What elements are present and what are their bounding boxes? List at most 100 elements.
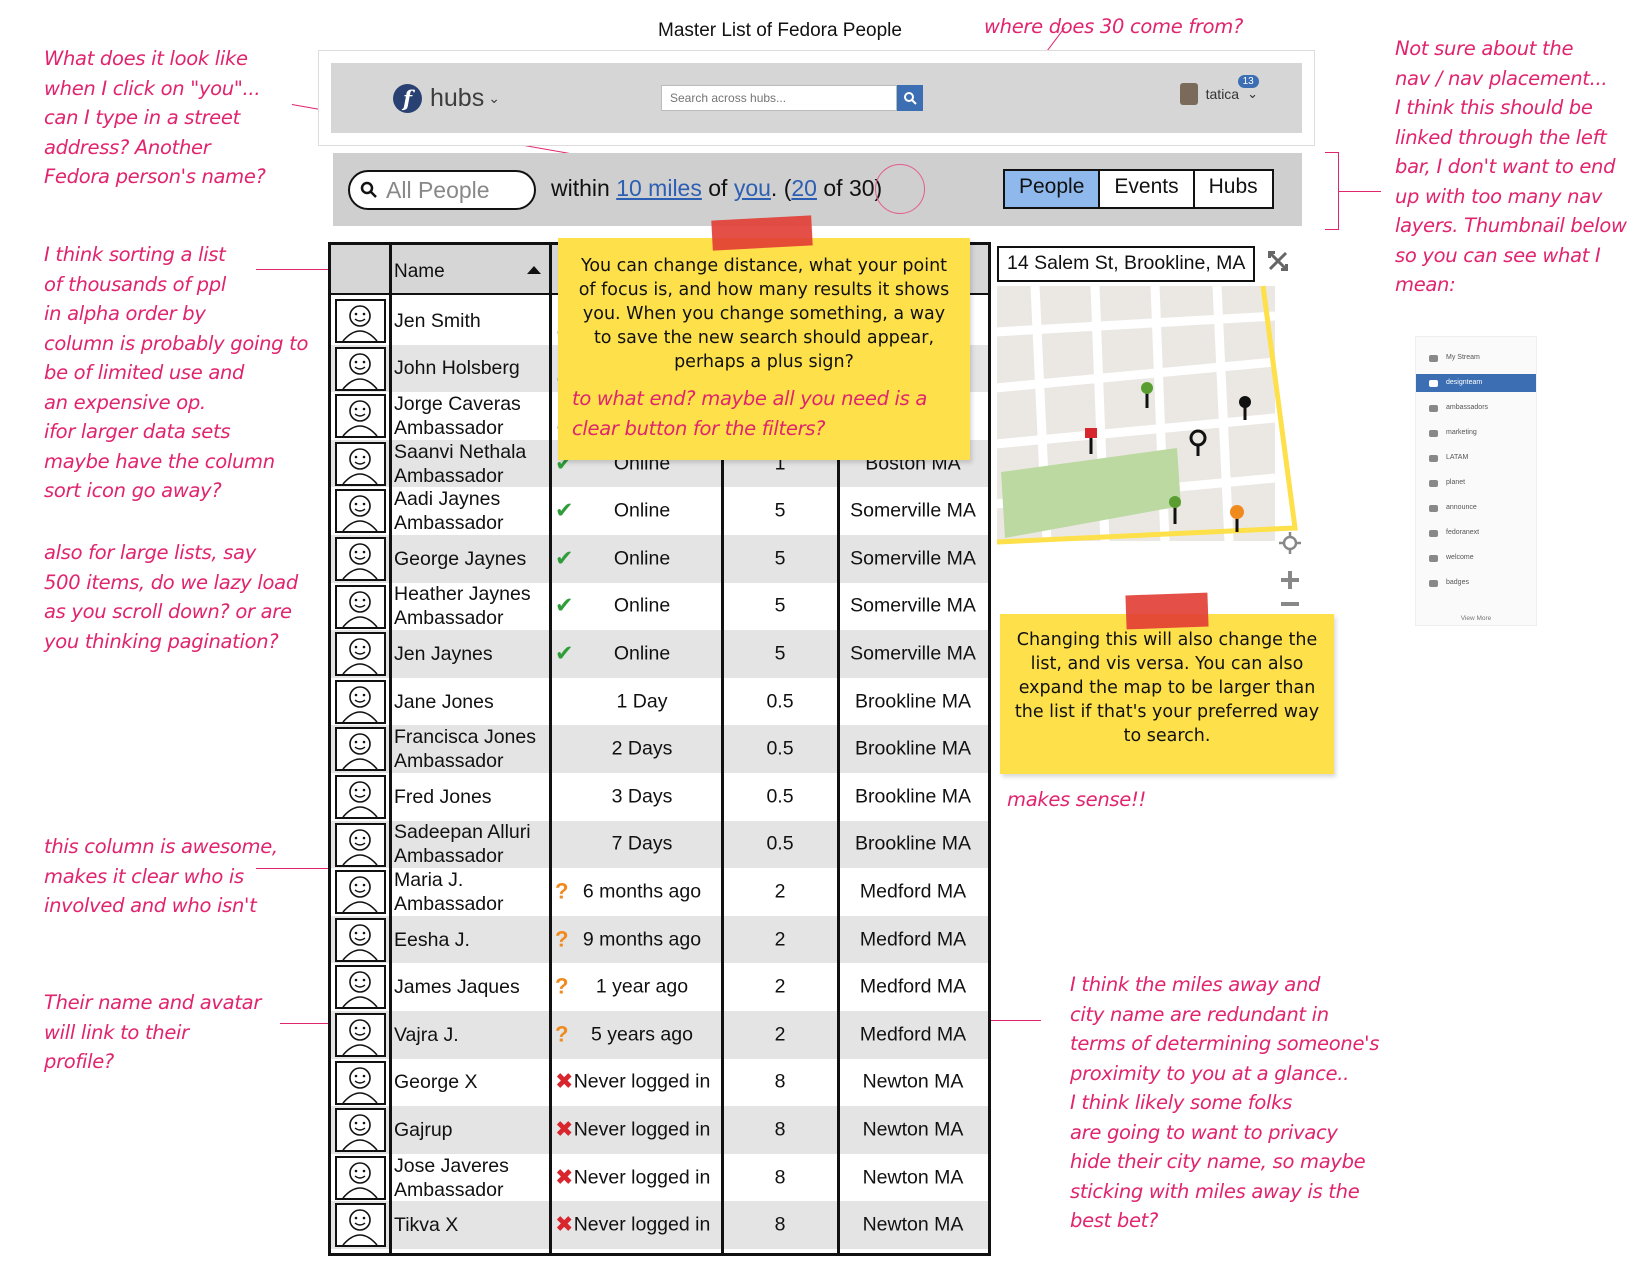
avatar[interactable]: [335, 917, 386, 962]
nav-item-badges[interactable]: badges: [1416, 574, 1536, 592]
person-name[interactable]: Jane Jones: [394, 690, 494, 714]
avatar[interactable]: [335, 679, 386, 724]
person-name[interactable]: Jorge Caveras Ambassador: [394, 392, 521, 440]
question-icon: ?: [555, 1021, 569, 1047]
activity-status-text: Online: [613, 499, 671, 522]
nav-item-marketing[interactable]: marketing: [1416, 424, 1536, 442]
person-name[interactable]: Francisca Jones Ambassador: [394, 725, 536, 773]
table-row[interactable]: Jose Javeres Ambassador ✖ Never logged in 8…: [331, 1154, 988, 1202]
person-name[interactable]: George Jaynes: [394, 547, 526, 571]
person-name[interactable]: Fred Jones: [394, 785, 492, 809]
map-view[interactable]: [995, 242, 1305, 547]
avatar[interactable]: [335, 1013, 386, 1057]
person-name[interactable]: Gajrup: [394, 1118, 453, 1142]
nav-item-designteam[interactable]: designteam: [1416, 374, 1536, 392]
avatar[interactable]: [335, 584, 386, 629]
avatar[interactable]: [335, 1155, 386, 1200]
avatar[interactable]: [335, 1060, 386, 1105]
name-column-header[interactable]: Name: [394, 261, 445, 283]
table-row[interactable]: Jen Jaynes ✔ Online 5 Somerville MA: [331, 630, 988, 678]
nav-item-my stream[interactable]: My Stream: [1416, 349, 1536, 367]
table-row[interactable]: Tikva X ✖ Never logged in 8 Newton MA: [331, 1201, 988, 1249]
table-row[interactable]: Gajrup ✖ Never logged in 8 Newton MA: [331, 1106, 988, 1154]
search-button[interactable]: [897, 85, 923, 111]
tab-events[interactable]: Events: [1100, 171, 1195, 207]
person-name[interactable]: Eesha J.: [394, 928, 470, 952]
annotation-to-what-end: to what end? maybe all you need is a cle…: [572, 387, 928, 440]
avatar[interactable]: [335, 727, 386, 772]
zoom-out-icon[interactable]: [1280, 600, 1300, 608]
avatar[interactable]: [335, 1203, 386, 1248]
result-count-link[interactable]: 20: [791, 175, 817, 201]
nav-item-label: badges: [1446, 579, 1469, 586]
sticky-note-text: Changing this will also change the list,…: [1014, 630, 1320, 746]
table-row[interactable]: George X ✖ Never logged in 8 Newton MA: [331, 1059, 988, 1107]
search-icon: [360, 181, 377, 198]
nav-item-welcome[interactable]: welcome: [1416, 549, 1536, 567]
avatar[interactable]: [335, 346, 386, 391]
avatar[interactable]: [335, 870, 386, 915]
tab-hubs[interactable]: Hubs: [1195, 171, 1272, 207]
nav-item-latam[interactable]: LATAM: [1416, 449, 1536, 467]
avatar[interactable]: [335, 1108, 386, 1153]
distance-link[interactable]: 10 miles: [616, 175, 702, 201]
tab-people[interactable]: People: [1005, 171, 1101, 207]
nav-item-ambassadors[interactable]: ambassadors: [1416, 399, 1536, 417]
people-search-field[interactable]: All People: [348, 170, 536, 210]
table-row[interactable]: Vajra J.? 5 years ago 2 Medford MA: [331, 1011, 988, 1059]
user-menu[interactable]: tatica 13 ⌄: [1179, 75, 1259, 105]
person-name[interactable]: Aadi Jaynes Ambassador: [394, 487, 503, 535]
person-name[interactable]: Jen Smith: [394, 309, 481, 333]
table-row[interactable]: Aadi Jaynes Ambassador ✔ Online 5 Somerville…: [331, 487, 988, 535]
activity-status: ✔ Online: [553, 640, 721, 665]
table-row[interactable]: Fred Jones 3 Days 0.5 Brookline MA: [331, 773, 988, 821]
nav-item-announce[interactable]: announce: [1416, 499, 1536, 517]
locate-icon[interactable]: [1279, 532, 1301, 554]
avatar[interactable]: [335, 299, 386, 343]
person-name[interactable]: Jen Jaynes: [394, 642, 493, 666]
person-name[interactable]: Maria J. Ambassador: [394, 868, 503, 916]
table-row[interactable]: Eesha J.? 9 months ago 2 Medford MA: [331, 915, 988, 964]
smiley-avatar-icon: [342, 543, 378, 580]
person-name[interactable]: Tikva X: [394, 1213, 458, 1237]
expand-icon[interactable]: [1267, 250, 1289, 272]
focus-link[interactable]: you: [734, 175, 771, 201]
person-name[interactable]: John Holsberg: [394, 356, 520, 380]
brand-menu[interactable]: f hubs ⌄: [393, 84, 500, 113]
person-name[interactable]: Saanvi Nethala Ambassador: [394, 440, 526, 488]
avatar[interactable]: [335, 632, 386, 677]
avatar[interactable]: [335, 965, 386, 1010]
sort-ascending-icon[interactable]: [527, 266, 541, 274]
table-row[interactable]: Heather Jaynes Ambassador ✔ Online 5 Somervi…: [331, 583, 988, 631]
table-row[interactable]: George Jaynes ✔ Online 5 Somerville MA: [331, 535, 988, 583]
zoom-in-icon[interactable]: [1280, 570, 1300, 590]
avatar[interactable]: [335, 775, 386, 819]
avatar[interactable]: [335, 489, 386, 534]
table-row[interactable]: Sadeepan Alluri Ambassador 7 Days 0.5 Brook…: [331, 820, 988, 869]
map-address-field[interactable]: 14 Salem St, Brookline, MA: [997, 246, 1255, 282]
miles-away: 2: [774, 928, 786, 951]
activity-status: ✔ Online: [553, 498, 721, 523]
table-row[interactable]: Maria J. Ambassador? 6 months ago 2 Medford…: [331, 868, 988, 916]
miles-away: 8: [774, 1118, 786, 1141]
person-name[interactable]: James Jaques: [394, 975, 520, 999]
avatar[interactable]: [335, 441, 386, 486]
avatar[interactable]: [335, 822, 386, 867]
person-name[interactable]: Sadeepan Alluri Ambassador: [394, 820, 531, 868]
nav-item-icon: [1429, 505, 1438, 512]
table-row[interactable]: James Jaques? 1 year ago 2 Medford MA: [331, 963, 988, 1011]
view-more-link[interactable]: View More: [1416, 615, 1536, 622]
person-name[interactable]: Jose Javeres Ambassador: [394, 1154, 509, 1202]
table-row[interactable]: Jane Jones 1 Day 0.5 Brookline MA: [331, 678, 988, 726]
person-name[interactable]: Heather Jaynes Ambassador: [394, 582, 531, 630]
smiley-avatar-icon: [342, 1019, 378, 1056]
person-name[interactable]: George X: [394, 1070, 477, 1094]
avatar[interactable]: [335, 394, 386, 439]
hub-search-input[interactable]: [661, 85, 897, 111]
city-name: Brookline MA: [855, 690, 971, 713]
person-name[interactable]: Vajra J.: [394, 1023, 459, 1047]
table-row[interactable]: Francisca Jones Ambassador 2 Days 0.5 Brook…: [331, 725, 988, 773]
avatar[interactable]: [335, 537, 386, 581]
nav-item-fedoranext[interactable]: fedoranext: [1416, 524, 1536, 542]
nav-item-planet[interactable]: planet: [1416, 474, 1536, 492]
